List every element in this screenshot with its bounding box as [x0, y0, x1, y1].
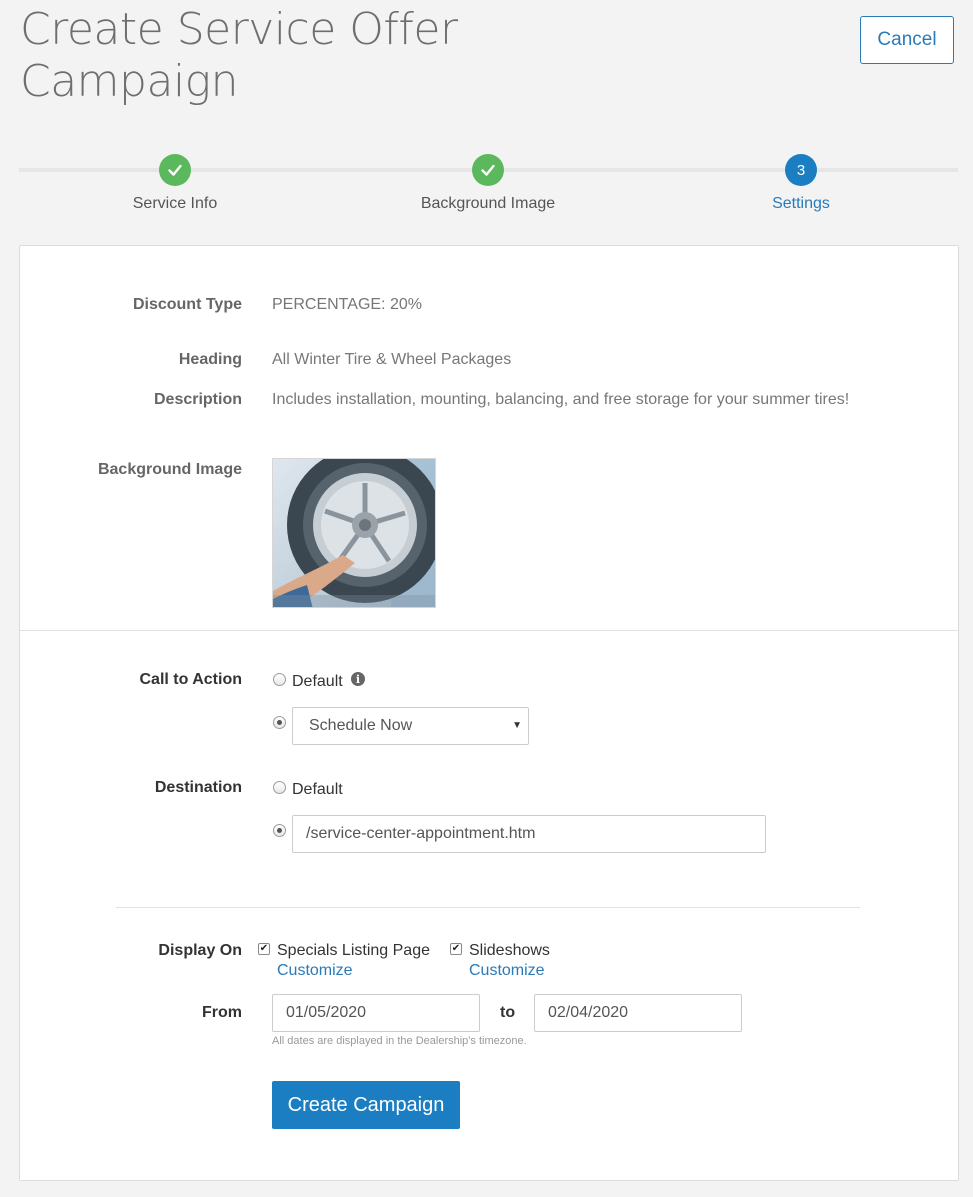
step-label: Service Info	[132, 195, 218, 212]
check-icon	[472, 154, 504, 186]
step-settings[interactable]: 3 Settings	[701, 154, 901, 213]
destination-default-radio[interactable]	[273, 781, 286, 794]
dropdown-arrow-icon: ▼	[512, 720, 522, 731]
slideshows-label: Slideshows	[469, 942, 550, 959]
specials-listing-checkbox[interactable]: ✔	[258, 943, 270, 955]
progress-stepper: Service Info Background Image 3 Settings	[19, 150, 958, 230]
cta-default-radio[interactable]	[273, 673, 286, 686]
destination-label: Destination	[154, 779, 242, 796]
description-value: Includes installation, mounting, balanci…	[272, 391, 850, 408]
description-label: Description	[153, 391, 242, 408]
cta-select-value: Schedule Now	[309, 717, 413, 734]
info-icon[interactable]: i	[351, 672, 365, 686]
specials-listing-label: Specials Listing Page	[277, 942, 430, 959]
cta-custom-radio[interactable]	[273, 716, 286, 729]
step-background-image[interactable]: Background Image	[388, 154, 588, 213]
section-divider	[20, 630, 958, 631]
display-on-label: Display On	[158, 942, 242, 959]
heading-label: Heading	[178, 351, 242, 368]
discount-type-label: Discount Type	[132, 296, 242, 313]
from-date-input[interactable]: 01/05/2020	[272, 994, 480, 1032]
check-icon	[159, 154, 191, 186]
section-divider	[116, 907, 860, 908]
specials-customize-link[interactable]: Customize	[277, 962, 353, 980]
background-image-label: Background Image	[97, 461, 242, 478]
step-label: Settings	[772, 195, 830, 212]
destination-url-input[interactable]: /service-center-appointment.htm	[292, 815, 766, 853]
to-date-input[interactable]: 02/04/2020	[534, 994, 742, 1032]
destination-default-label: Default	[292, 781, 343, 798]
step-label: Background Image	[420, 195, 556, 212]
destination-custom-radio[interactable]	[273, 824, 286, 837]
background-image-thumbnail	[272, 458, 436, 608]
step-number: 3	[785, 154, 817, 186]
settings-card: Discount Type PERCENTAGE: 20% Heading Al…	[19, 245, 959, 1181]
heading-value: All Winter Tire & Wheel Packages	[272, 351, 512, 368]
slideshows-checkbox[interactable]: ✔	[450, 943, 462, 955]
cta-select[interactable]: Schedule Now ▼	[292, 707, 529, 745]
step-service-info[interactable]: Service Info	[75, 154, 275, 213]
page-title: Create Service Offer Campaign	[20, 4, 458, 107]
slideshows-customize-link[interactable]: Customize	[469, 962, 545, 980]
cta-default-label: Default	[292, 673, 343, 690]
call-to-action-label: Call to Action	[139, 671, 242, 688]
to-label: to	[500, 1004, 516, 1021]
create-campaign-button[interactable]: Create Campaign	[272, 1081, 460, 1129]
discount-type-value: PERCENTAGE: 20%	[272, 296, 422, 313]
cancel-button[interactable]: Cancel	[860, 16, 954, 64]
timezone-hint: All dates are displayed in the Dealershi…	[272, 1035, 527, 1047]
from-label: From	[202, 1004, 242, 1021]
